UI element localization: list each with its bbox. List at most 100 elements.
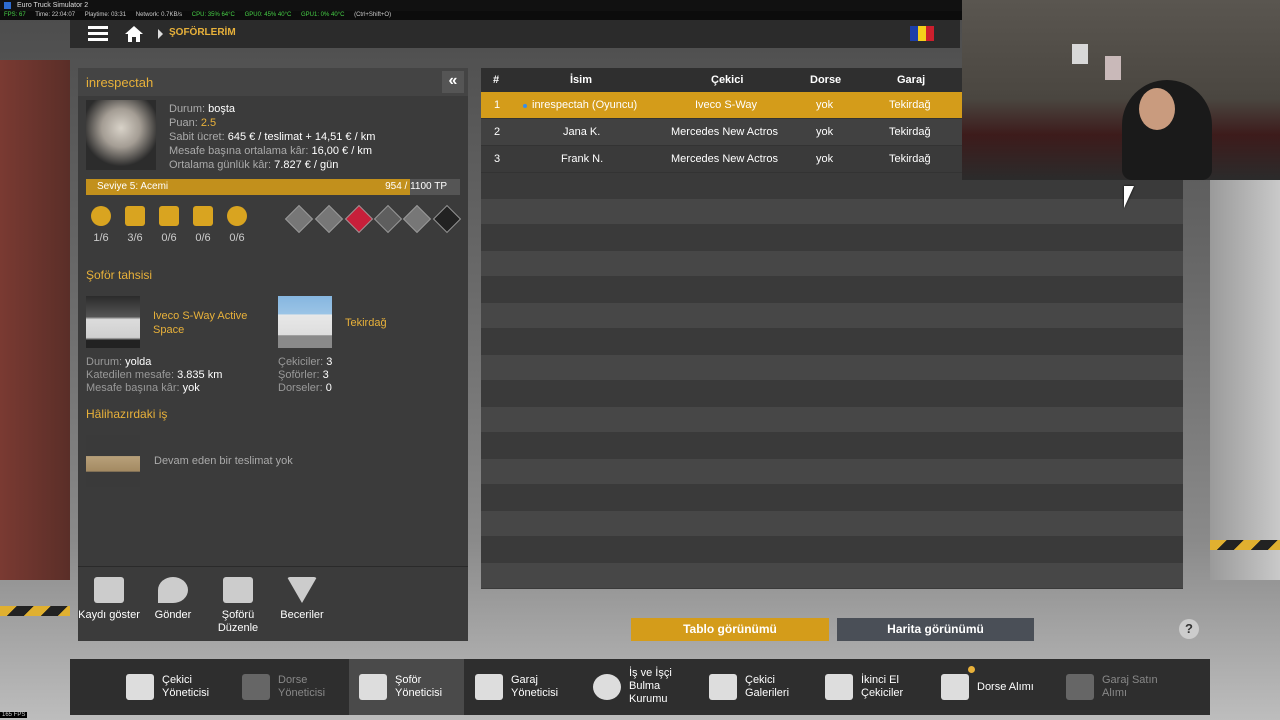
top-navigation: ŞOFÖRLERİM	[70, 20, 960, 48]
performance-overlay: FPS: 67 Time: 22:04:07 Playtime: 03:31 N…	[0, 11, 964, 20]
skill-eco-driving[interactable]: 0/6	[222, 206, 252, 244]
menu-truck-dealer[interactable]: Çekici Galerileri	[699, 659, 814, 715]
menu-garage-manager[interactable]: Garaj Yöneticisi	[465, 659, 580, 715]
table-view-button[interactable]: Tablo görünümü	[631, 618, 829, 641]
send-icon	[158, 577, 188, 603]
driver-name: inrespectah	[86, 75, 154, 90]
garage-trucks-value: 3	[326, 356, 333, 368]
current-job-title: Hâlihazırdaki iş	[86, 407, 168, 421]
adr-gas-icon	[314, 204, 344, 234]
garage-trailers-label: Dorseler:	[278, 382, 323, 394]
edit-driver-icon	[223, 577, 253, 603]
garage-manager-icon	[475, 674, 503, 700]
skill-value: 3/6	[127, 232, 143, 244]
skills-button[interactable]: Beceriler	[271, 577, 333, 622]
menu-used-trucks[interactable]: İkinci El Çekiciler	[815, 659, 930, 715]
perf-playtime: Playtime: 03:31	[84, 12, 127, 18]
hazard-stripe	[1210, 540, 1280, 550]
garage-purchase-icon	[1066, 674, 1094, 700]
menu-label: Çekici Galerileri	[745, 674, 790, 699]
driver-actions: Kaydı göster Gönder Şoförü Düzenle Becer…	[78, 566, 468, 641]
menu-driver-manager[interactable]: Şoför Yöneticisi	[349, 659, 464, 715]
menu-label: İkinci El Çekiciler	[861, 674, 904, 699]
column-header-number[interactable]: #	[493, 74, 499, 86]
daily-profit-label: Ortalama günlük kâr:	[169, 159, 272, 171]
country-flag-icon	[910, 26, 934, 41]
garage-drivers-label: Şoförler:	[278, 369, 320, 381]
skill-fragile-cargo[interactable]: 0/6	[188, 206, 218, 244]
assigned-garage-link[interactable]: Tekirdağ	[345, 316, 387, 330]
level-points: 954 / 1100 TP	[385, 181, 447, 192]
row-trailer: yok	[816, 153, 834, 165]
breadcrumb[interactable]: ŞOFÖRLERİM	[169, 27, 236, 38]
assigned-truck-link[interactable]: Iveco S-Way Active Space	[153, 309, 263, 337]
column-header-garage[interactable]: Garaj	[897, 74, 925, 86]
show-records-label: Kaydı göster	[78, 609, 140, 621]
row-trailer: yok	[816, 126, 834, 138]
column-header-truck[interactable]: Çekici	[711, 74, 743, 86]
map-view-button[interactable]: Harita görünümü	[837, 618, 1034, 641]
ets2-icon	[4, 1, 11, 9]
menu-trailer-manager[interactable]: Dorse Yöneticisi	[232, 659, 347, 715]
salary-label: Sabit ücret:	[169, 131, 225, 143]
show-records-button[interactable]: Kaydı göster	[78, 577, 140, 622]
adr-explosive-icon	[284, 204, 314, 234]
wall-frame	[1072, 44, 1088, 64]
menu-label: İş ve İşçi Bulma Kurumu	[629, 667, 672, 705]
driver-avatar	[86, 100, 156, 170]
assigned-truck-image[interactable]	[86, 296, 140, 348]
skill-value: 0/6	[229, 232, 245, 244]
daily-profit-value: 7.827 € / gün	[274, 159, 339, 171]
hamburger-icon[interactable]	[88, 26, 108, 42]
collapse-panel-button[interactable]: «	[442, 71, 464, 93]
profit-label: Mesafe başına kâr:	[86, 382, 180, 394]
skill-value: 1/6	[93, 232, 109, 244]
current-job-text: Devam eden bir teslimat yok	[154, 455, 293, 467]
menu-label: Dorse Alımı	[977, 681, 1034, 693]
send-button[interactable]: Gönder	[142, 577, 204, 622]
mouse-cursor-icon	[1124, 186, 1134, 208]
edit-driver-button[interactable]: Şoförü Düzenle	[207, 577, 269, 635]
adr-flammable-icon	[344, 204, 374, 234]
garage-trailers-value: 0	[325, 382, 332, 394]
assigned-garage-image[interactable]	[278, 296, 332, 348]
eco-driving-icon	[227, 206, 247, 226]
assignment-title: Şoför tahsisi	[86, 268, 153, 282]
column-header-trailer[interactable]: Dorse	[810, 74, 841, 86]
status-value: boşta	[208, 103, 236, 115]
adr-misc-icon	[432, 204, 462, 234]
avg-profit-value: 16,00 € / km	[311, 145, 373, 157]
menu-garage-purchase[interactable]: Garaj Satın Alımı	[1056, 659, 1171, 715]
edit-driver-label: Şoförü Düzenle	[217, 609, 259, 634]
urgent-cargo-icon	[193, 206, 213, 226]
menu-recruitment[interactable]: İş ve İşçi Bulma Kurumu	[583, 651, 698, 715]
help-icon[interactable]: ?	[1179, 619, 1199, 639]
skill-heavy-cargo[interactable]: 0/6	[154, 206, 184, 244]
row-trailer: yok	[816, 99, 834, 111]
perf-cpu: CPU: 35% 64°C	[191, 12, 235, 18]
menu-label: Çekici Yöneticisi	[162, 674, 210, 699]
truck-status-label: Durum:	[86, 356, 123, 368]
menu-trailer-purchase[interactable]: Dorse Alımı	[931, 659, 1046, 715]
records-icon	[94, 577, 124, 603]
background-wall-right	[1210, 180, 1280, 580]
row-name: inrespectah (Oyuncu)	[532, 99, 638, 111]
column-header-name[interactable]: İsim	[570, 74, 592, 86]
heavy-cargo-icon	[125, 206, 145, 226]
row-garage: Tekirdağ	[889, 99, 931, 111]
skill-adr[interactable]: 1/6	[86, 206, 116, 244]
rating-label: Puan:	[169, 117, 198, 129]
trailer-purchase-icon	[941, 674, 969, 700]
garage-trucks-label: Çekiciler:	[278, 356, 324, 368]
skill-value: 0/6	[195, 232, 211, 244]
adr-corrosive-icon	[402, 204, 432, 234]
skill-value: 0/6	[161, 232, 177, 244]
menu-truck-manager[interactable]: Çekici Yöneticisi	[116, 659, 231, 715]
home-icon[interactable]	[124, 25, 144, 43]
skill-long-distance[interactable]: 3/6	[120, 206, 150, 244]
driver-detail-panel: inrespectah « Durum: boşta Puan: 2.5 Sab…	[78, 68, 468, 566]
row-number: 3	[494, 153, 501, 165]
row-truck: Mercedes New Actros	[671, 153, 778, 165]
menu-label: Dorse Yöneticisi	[278, 674, 326, 699]
menu-label: Garaj Yöneticisi	[511, 674, 559, 699]
